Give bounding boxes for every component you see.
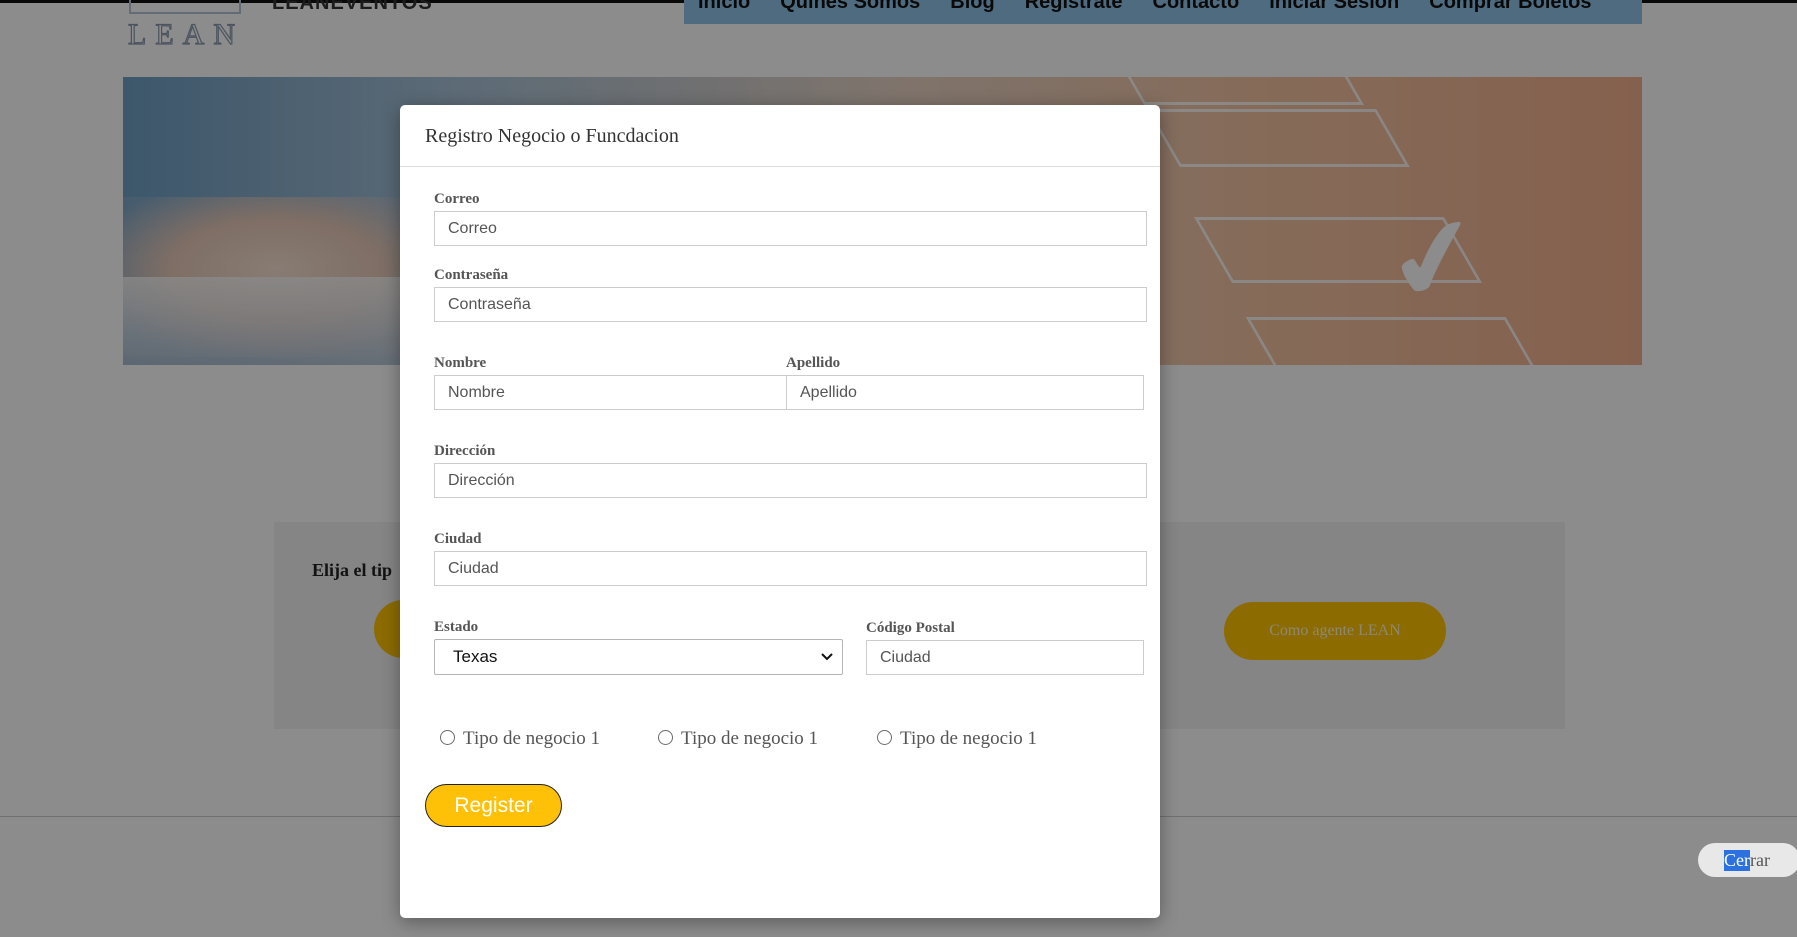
modal-header: Registro Negocio o Funcdacion [400, 105, 1160, 167]
apellido-label: Apellido [786, 355, 841, 371]
correo-input[interactable] [434, 211, 1147, 246]
estado-select[interactable]: Texas [434, 639, 843, 675]
business-type-option-1[interactable]: Tipo de negocio 1 [440, 728, 600, 750]
close-button-text: rar [1750, 849, 1770, 870]
password-input[interactable] [434, 287, 1147, 322]
business-type-label: Tipo de negocio 1 [900, 728, 1038, 749]
chevron-down-icon [821, 653, 833, 661]
radio-button[interactable] [440, 729, 455, 745]
estado-label: Estado [434, 619, 479, 635]
nombre-label: Nombre [434, 355, 487, 371]
nombre-input[interactable] [434, 375, 787, 410]
ciudad-label: Ciudad [434, 531, 482, 547]
direccion-input[interactable] [434, 463, 1147, 498]
register-button[interactable]: Register [425, 784, 562, 827]
close-button-selected-text: Cer [1724, 849, 1750, 871]
business-type-label: Tipo de negocio 1 [463, 728, 601, 749]
direccion-label: Dirección [434, 443, 496, 459]
business-type-option-2[interactable]: Tipo de negocio 1 [658, 728, 818, 750]
radio-button[interactable] [877, 729, 892, 745]
close-button[interactable]: Cer rar [1698, 843, 1797, 877]
business-type-label: Tipo de negocio 1 [681, 728, 819, 749]
contrasena-label: Contraseña [434, 267, 509, 283]
modal-title: Registro Negocio o Funcdacion [425, 125, 679, 147]
codigo-postal-input[interactable] [866, 640, 1144, 675]
estado-select-value: Texas [453, 647, 498, 666]
business-type-option-3[interactable]: Tipo de negocio 1 [877, 728, 1037, 750]
codigo-postal-label: Código Postal [866, 620, 955, 636]
ciudad-input[interactable] [434, 551, 1147, 586]
apellido-input[interactable] [786, 375, 1144, 410]
radio-button[interactable] [658, 729, 673, 745]
registration-modal: Registro Negocio o Funcdacion Correo Con… [400, 105, 1160, 918]
correo-label: Correo [434, 191, 480, 207]
